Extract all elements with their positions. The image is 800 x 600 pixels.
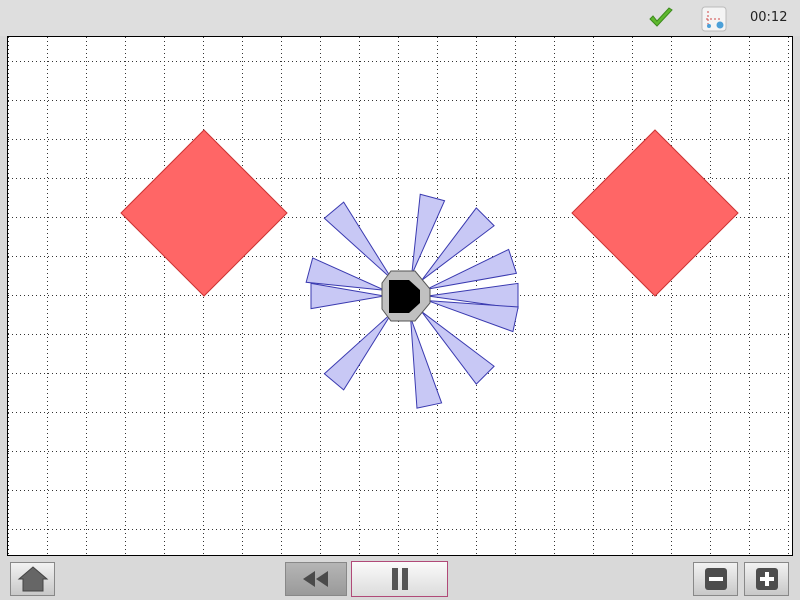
zoom-in-button[interactable] (744, 562, 789, 596)
zoom-out-button[interactable] (693, 562, 738, 596)
rewind-button[interactable] (285, 562, 347, 596)
home-button[interactable] (10, 562, 55, 596)
stage-canvas (8, 37, 792, 555)
simulation-settings-icon[interactable] (700, 5, 728, 33)
obstacle-left[interactable] (120, 129, 288, 297)
home-icon (17, 566, 48, 592)
rewind-icon (303, 571, 328, 587)
elapsed-timer: 00:12 (750, 10, 788, 25)
pause-icon (391, 568, 408, 590)
sensor-beam (323, 312, 393, 391)
pause-button[interactable] (351, 561, 448, 597)
zoom-in-icon (755, 568, 778, 590)
simulation-stage[interactable] (7, 36, 793, 556)
obstacle-right[interactable] (571, 129, 739, 297)
bottom-toolbar (0, 557, 800, 600)
top-toolbar: 00:12 (0, 0, 800, 36)
zoom-out-icon (704, 568, 727, 590)
checkmark-icon[interactable] (648, 6, 674, 30)
